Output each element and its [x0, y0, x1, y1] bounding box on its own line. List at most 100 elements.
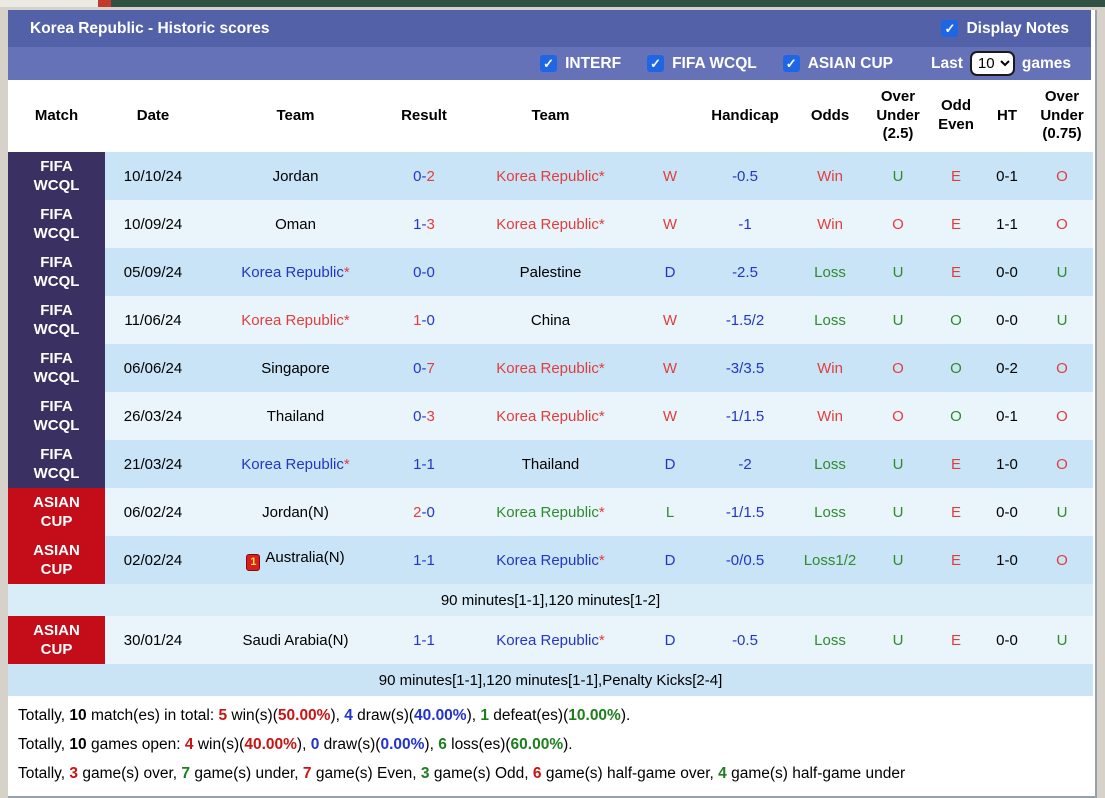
page-title: Korea Republic - Historic scores [30, 19, 270, 37]
team-name: Korea Republic [496, 503, 599, 521]
last-label: Last [931, 54, 963, 72]
result-letter-cell: D [643, 536, 697, 584]
over-under-25-cell: O [867, 392, 929, 440]
competition-badge-line: FIFA [40, 157, 73, 175]
summary-segment: 4 [184, 735, 194, 753]
competition-badge-line: FIFA [40, 301, 73, 319]
away-score: 1 [426, 631, 435, 649]
match-date: 06/02/24 [105, 488, 201, 536]
home-score: 1 [413, 311, 422, 329]
summary-segment: draw(s)( [352, 706, 415, 724]
odd-even-cell: E [929, 440, 983, 488]
focus-team-star: * [598, 167, 605, 185]
over-under-075-cell: O [1031, 344, 1093, 392]
handicap-cell: -2 [697, 440, 793, 488]
col-header-odd-even: Odd Even [929, 80, 983, 152]
result-letter-cell: W [643, 344, 697, 392]
ht-score-cell: 0-1 [983, 152, 1031, 200]
over-under-075-cell: U [1031, 296, 1093, 344]
interf-checkbox[interactable]: ✓ [540, 55, 558, 72]
team-name: Korea Republic [496, 631, 599, 649]
team-name: Korea Republic [496, 359, 599, 377]
summary-segment: ), [330, 706, 345, 724]
over-under-25-cell: U [867, 248, 929, 296]
team-name: Korea Republic [496, 167, 599, 185]
team-name: Korea Republic [496, 551, 599, 569]
col-header-result: Result [390, 80, 458, 152]
away-score: 0 [426, 311, 435, 329]
summary-segment: 0.00% [380, 735, 425, 753]
summary-segment: 4 [718, 764, 727, 782]
competition-badge-line: CUP [40, 513, 73, 530]
over-under-25-cell: O [867, 344, 929, 392]
away-score: 3 [426, 215, 435, 233]
result-score-cell: 0-2 [390, 152, 458, 200]
col-header-odds: Odds [793, 80, 867, 152]
competition-badge-line: FIFA [40, 205, 73, 223]
col-header-team: Team [458, 80, 643, 152]
title-bar: Korea Republic - Historic scores ✓ Displ… [8, 10, 1091, 47]
summary-segment: game(s) half-game over, [541, 764, 719, 782]
home-score: 1 [413, 215, 422, 233]
competition-badge: FIFA WCQL [8, 440, 105, 488]
summary-segment: 40.00% [244, 735, 297, 753]
summary-segment: 7 [302, 764, 312, 782]
ht-score-cell: 1-1 [983, 200, 1031, 248]
top-strip-left-segment [0, 0, 98, 7]
home-team-cell: Korea Republic* [201, 248, 390, 296]
competition-badge-line: WCQL [33, 465, 80, 482]
result-letter-cell: D [643, 616, 697, 664]
history-table-body: FIFA WCQL 10/10/24 Jordan 0-2 Korea Republic*… [8, 152, 1093, 696]
competition-badge: ASIAN CUP [8, 616, 105, 664]
result-score-cell: 1-1 [390, 536, 458, 584]
focus-team-star: * [598, 359, 605, 377]
display-notes-group: ✓ Display Notes [941, 20, 1069, 38]
over-under-25-cell: U [867, 488, 929, 536]
home-team-cell: Korea Republic* [201, 296, 390, 344]
over-under-25-cell: U [867, 296, 929, 344]
focus-team-star: * [598, 551, 605, 569]
summary-segment: match(es) in total: [86, 706, 219, 724]
summary-segment: game(s) Even, [311, 764, 421, 782]
summary-segment: 40.00% [414, 706, 467, 724]
display-notes-checkbox[interactable]: ✓ [941, 20, 959, 37]
odds-result-cell: Loss1/2 [793, 536, 867, 584]
summary-segment: 3 [69, 764, 79, 782]
odd-even-cell: O [929, 344, 983, 392]
odd-even-cell: E [929, 248, 983, 296]
over-under-075-cell: U [1031, 616, 1093, 664]
match-date: 10/10/24 [105, 152, 201, 200]
filter-group-asian-cup: ✓ ASIAN CUP [782, 55, 893, 73]
odds-result-cell: Loss [793, 248, 867, 296]
over-under-25-cell: U [867, 536, 929, 584]
team-name: Korea Republic [241, 263, 344, 281]
last-games-select[interactable]: 10 [969, 51, 1015, 76]
competition-badge: FIFA WCQL [8, 344, 105, 392]
summary-segment: ). [563, 735, 573, 753]
summary-line-1: Totally, 10 match(es) in total: 5 win(s)… [18, 701, 1081, 730]
summary-segment: 1 [480, 706, 489, 724]
over-under-075-cell: O [1031, 536, 1093, 584]
team-name: Jordan(N) [262, 503, 329, 521]
odd-even-cell: E [929, 536, 983, 584]
summary-line-3: Totally, 3 game(s) over, 7 game(s) under… [18, 759, 1081, 788]
odds-result-cell: Win [793, 344, 867, 392]
team-name: Korea Republic [241, 311, 344, 329]
col-header-result-letter [643, 80, 697, 152]
fifa-wcql-checkbox[interactable]: ✓ [647, 55, 665, 72]
summary-segment: game(s) under, [190, 764, 303, 782]
summary-line-2: Totally, 10 games open: 4 win(s)(40.00%)… [18, 730, 1081, 759]
match-row: FIFA WCQL 06/06/24 Singapore 0-7 Korea Republ… [8, 344, 1093, 392]
handicap-cell: -1.5/2 [697, 296, 793, 344]
home-score: 0 [413, 359, 422, 377]
ht-score-cell: 1-0 [983, 536, 1031, 584]
asian-cup-checkbox[interactable]: ✓ [782, 55, 800, 72]
result-score-cell: 0-3 [390, 392, 458, 440]
handicap-cell: -0.5 [697, 616, 793, 664]
home-team-cell: Jordan(N) [201, 488, 390, 536]
match-date: 11/06/24 [105, 296, 201, 344]
result-score-cell: 1-0 [390, 296, 458, 344]
competition-badge-line: WCQL [33, 417, 80, 434]
competition-badge: FIFA WCQL [8, 152, 105, 200]
away-team-cell: Korea Republic* [458, 536, 643, 584]
